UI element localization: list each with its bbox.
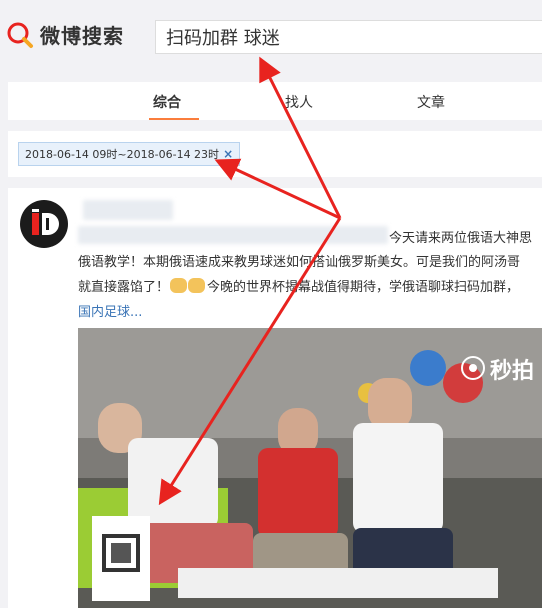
time-filter-bar: 2018-06-14 09时~2018-06-14 23时 × <box>8 131 542 177</box>
video-watermark: 秒拍 <box>490 359 535 384</box>
avatar[interactable] <box>20 200 68 248</box>
logo-text: 微博搜索 <box>40 24 124 48</box>
topic-link[interactable]: 国内足球... <box>78 301 142 320</box>
post-text-line-3-end: 今晚的世界杯揭幕战值得期待，学俄语聊球扫码加群， <box>207 280 520 295</box>
cat-emoji-icon <box>188 278 206 293</box>
search-input[interactable]: 扫码加群 球迷 <box>155 20 542 54</box>
post-text-line-3-start: 就直接露馅了！ <box>78 280 170 295</box>
search-input-value: 扫码加群 球迷 <box>166 28 280 49</box>
tab-people[interactable]: 找人 <box>285 92 313 112</box>
weibo-search-icon <box>6 21 34 49</box>
tab-all[interactable]: 综合 <box>153 92 181 112</box>
post-text-line-3: 就直接露馅了！ 今晚的世界杯揭幕战值得期待，学俄语聊球扫码加群， <box>78 276 519 295</box>
blurred-mention <box>78 226 388 244</box>
weibo-post-card: 今天请来两位俄语大神思 俄语教学！本期俄语速成来教男球迷如何搭讪俄罗斯美女。可是… <box>8 188 542 608</box>
top-bar: 微博搜索 扫码加群 球迷 <box>0 0 542 74</box>
cat-emoji-icon <box>170 278 188 293</box>
post-text-line-1: 今天请来两位俄语大神思 <box>389 231 533 246</box>
video-thumbnail[interactable]: 秒拍 <box>78 328 542 608</box>
weibo-search-logo[interactable]: 微博搜索 <box>6 20 124 49</box>
result-tabs: 综合 找人 文章 <box>8 82 542 120</box>
tab-articles[interactable]: 文章 <box>417 92 445 112</box>
post-text-line-2: 俄语教学！本期俄语速成来教男球迷如何搭讪俄罗斯美女。可是我们的阿汤哥 <box>78 255 521 270</box>
blurred-username <box>83 200 173 220</box>
time-filter-label: 2018-06-14 09时~2018-06-14 23时 <box>25 148 220 161</box>
active-tab-indicator <box>149 118 199 120</box>
close-icon[interactable]: × <box>223 147 233 161</box>
time-filter-tag: 2018-06-14 09时~2018-06-14 23时 × <box>18 142 241 166</box>
